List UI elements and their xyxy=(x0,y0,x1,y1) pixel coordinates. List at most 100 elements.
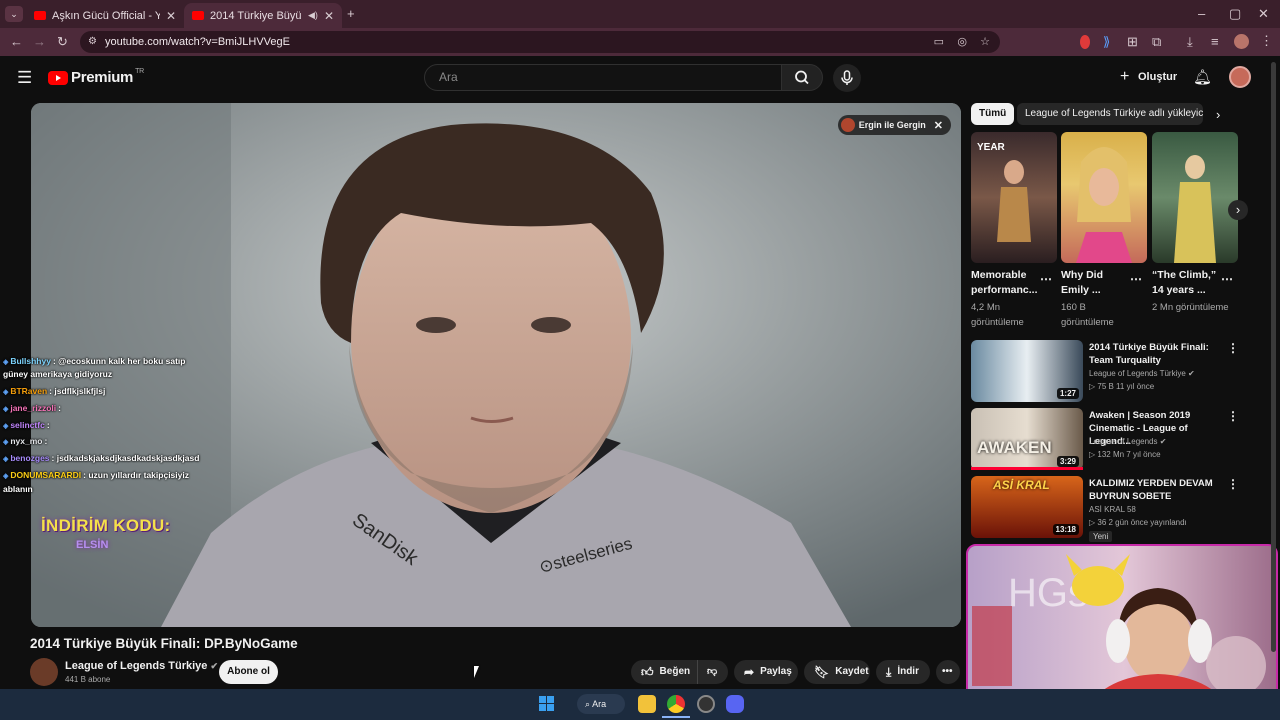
chat-message: ◈ jane_rizzoli: xyxy=(3,403,61,413)
related-thumbnail-3[interactable]: ASİ KRAL 13:18 xyxy=(971,476,1083,538)
profile-avatar[interactable] xyxy=(1234,34,1249,49)
chat-message: ◈ Bullshhyy: @ecoskunn kalk her boku sat… xyxy=(3,356,185,366)
more-actions-button[interactable]: ••• xyxy=(936,660,960,684)
dislike-button[interactable]: 👎︎ xyxy=(697,660,728,684)
channel-avatar[interactable] xyxy=(30,658,58,686)
mouse-cursor xyxy=(474,666,479,678)
short-thumbnail-3[interactable] xyxy=(1152,132,1238,263)
tab-2014-finali[interactable]: 2014 Türkiye Büyük Finali: D ◀) ✕ xyxy=(184,3,342,28)
search-input[interactable]: Ara xyxy=(424,64,782,91)
extension-tampermonkey-icon[interactable]: ⊞ xyxy=(1127,35,1138,49)
duration-badge: 1:27 xyxy=(1056,388,1079,399)
back-icon[interactable]: ← xyxy=(10,35,23,49)
page-scrollbar[interactable] xyxy=(1271,62,1276,652)
chat-text: : jsdkadskjaksdjkasdkadskjasdkjasd xyxy=(51,453,200,463)
channel-name[interactable]: League of Legends Türkiye ✔ xyxy=(65,660,218,672)
eye-off-icon[interactable]: ◎ xyxy=(957,31,967,53)
chat-username: benozges xyxy=(10,453,50,463)
cast-icon[interactable]: ▭ xyxy=(934,31,944,53)
plus-icon: + xyxy=(1120,68,1130,85)
windows-start-icon[interactable] xyxy=(539,696,554,711)
chat-message: güney amerikaya gidiyoruz xyxy=(3,369,112,379)
minimize-icon[interactable]: – xyxy=(1198,7,1205,21)
forward-icon[interactable]: → xyxy=(33,35,46,49)
file-explorer-icon[interactable] xyxy=(638,695,656,713)
related-more-icon[interactable]: ⋮ xyxy=(1227,409,1240,423)
youtube-favicon-icon xyxy=(192,11,204,20)
notifications-bell-icon[interactable]: 🔔︎ xyxy=(1193,68,1212,86)
chat-text: : jsdflkjslkfjlsj xyxy=(49,386,106,396)
chrome-menu-icon[interactable]: ⋮ xyxy=(1260,34,1273,48)
save-button[interactable]: 🔖︎ Kaydet xyxy=(804,660,870,684)
close-window-icon[interactable]: ✕ xyxy=(1258,7,1269,21)
related-more-icon[interactable]: ⋮ xyxy=(1227,477,1240,491)
restore-icon[interactable]: ▢ xyxy=(1229,7,1241,21)
bookmark-star-icon[interactable]: ☆ xyxy=(980,31,990,53)
related-channel-3[interactable]: ASİ KRAL 58 xyxy=(1089,504,1136,516)
short-more-icon[interactable]: ⋯ xyxy=(1040,272,1053,286)
related-title-3[interactable]: KALDIMIZ YERDEN DEVAM BUYRUN SOBETE xyxy=(1089,477,1224,503)
watch-progress-bar xyxy=(971,467,1083,470)
short-thumbnail-2[interactable] xyxy=(1061,132,1147,263)
related-meta-3: ▷ 36 2 gün önce yayınlandı xyxy=(1089,518,1187,527)
related-meta-1: ▷ 75 B 11 yıl önce xyxy=(1089,382,1155,391)
related-title-1[interactable]: 2014 Türkiye Büyük Finali: Team Turquali… xyxy=(1089,341,1224,367)
short-more-icon[interactable]: ⋯ xyxy=(1221,272,1234,286)
new-tab-plus-icon[interactable]: + xyxy=(347,7,355,21)
active-app-indicator xyxy=(662,716,690,718)
address-bar[interactable]: ⚙ youtube.com/watch?v=BmiJLHVVegE ▭ ◎ ☆ xyxy=(80,31,1000,53)
duration-badge: 3:29 xyxy=(1056,456,1079,467)
chat-username: nyx_mo xyxy=(10,436,43,446)
tab-askin-gucu[interactable]: Aşkın Gücü Official - YouTube ✕ xyxy=(26,3,184,28)
reading-list-icon[interactable]: ≡ xyxy=(1211,35,1219,49)
reload-icon[interactable]: ↻ xyxy=(57,35,68,49)
duration-badge: 13:18 xyxy=(1052,524,1079,535)
shorts-next-chevron-icon[interactable]: › xyxy=(1228,200,1248,220)
voice-search-button[interactable] xyxy=(833,64,861,92)
close-tab-icon[interactable]: ✕ xyxy=(166,9,176,23)
download-button[interactable]: ⤓ İndir xyxy=(876,660,930,684)
short-thumbnail-1[interactable]: YEAR xyxy=(971,132,1057,263)
save-icon: 🔖︎ xyxy=(814,665,830,679)
site-settings-icon[interactable]: ⚙ xyxy=(88,31,97,53)
short-more-icon[interactable]: ⋯ xyxy=(1130,272,1143,286)
chat-message: ◈ benozges: jsdkadskjaksdjkasdkadskjasdk… xyxy=(3,453,199,463)
short-title-3[interactable]: “The Climb,” 14 years ... xyxy=(1152,268,1222,298)
short-title-1[interactable]: Memorable performanc... xyxy=(971,268,1041,298)
speaker-icon[interactable]: ◀) xyxy=(308,10,318,21)
related-channel-1[interactable]: League of Legends Türkiye ✔ xyxy=(1089,368,1195,380)
chrome-icon[interactable] xyxy=(667,695,685,713)
like-button[interactable]: 👍︎ Beğen xyxy=(631,660,697,684)
related-thumbnail-2[interactable]: AWAKEN 3:29 xyxy=(971,408,1083,470)
youtube-premium-logo[interactable]: Premium TR xyxy=(48,68,144,86)
hamburger-menu-icon[interactable]: ☰ xyxy=(17,68,32,88)
search-button[interactable] xyxy=(781,64,823,91)
create-button[interactable]: + Oluştur xyxy=(1116,65,1182,89)
channel-chip[interactable]: Ergin ile Gergin ✕ xyxy=(837,115,951,135)
account-avatar[interactable] xyxy=(1229,66,1251,88)
discord-icon[interactable] xyxy=(726,695,744,713)
related-thumbnail-1[interactable]: 1:27 xyxy=(971,340,1083,402)
chat-text: : uzun yıllardır takipçisiyiz xyxy=(83,470,189,480)
chip-from-uploader[interactable]: League of Legends Türkiye adlı yükleyici… xyxy=(1017,103,1203,125)
share-button[interactable]: ➦ Paylaş xyxy=(734,660,798,684)
subscribe-button[interactable]: Abone ol xyxy=(219,660,278,684)
related-more-icon[interactable]: ⋮ xyxy=(1227,341,1240,355)
svg-text:YEAR: YEAR xyxy=(977,142,1006,153)
extension-translate-icon[interactable]: ⟫ xyxy=(1103,35,1110,49)
short-title-2[interactable]: Why Did Emily ... xyxy=(1061,268,1131,298)
chip-all[interactable]: Tümü xyxy=(971,103,1015,125)
share-arrow-icon: ➦ xyxy=(744,665,755,679)
obs-icon[interactable] xyxy=(697,695,715,713)
close-icon[interactable]: ✕ xyxy=(934,119,943,132)
download-icon[interactable]: ⤓ xyxy=(1187,35,1193,49)
extension-red-icon[interactable] xyxy=(1080,35,1090,49)
extensions-puzzle-icon[interactable]: ⧉ xyxy=(1152,35,1161,49)
taskbar-search[interactable]: ⌕ Ara xyxy=(577,694,625,714)
tab-search-button[interactable]: ⌄ xyxy=(5,6,23,22)
related-channel-2[interactable]: League of Legends ✔ xyxy=(1089,436,1166,448)
close-tab-icon[interactable]: ✕ xyxy=(324,9,334,23)
short-views-2: 160 B görüntüleme xyxy=(1061,302,1114,328)
chevron-right-icon[interactable]: › xyxy=(1216,107,1220,122)
url-text: youtube.com/watch?v=BmiJLHVVegE xyxy=(105,36,290,48)
